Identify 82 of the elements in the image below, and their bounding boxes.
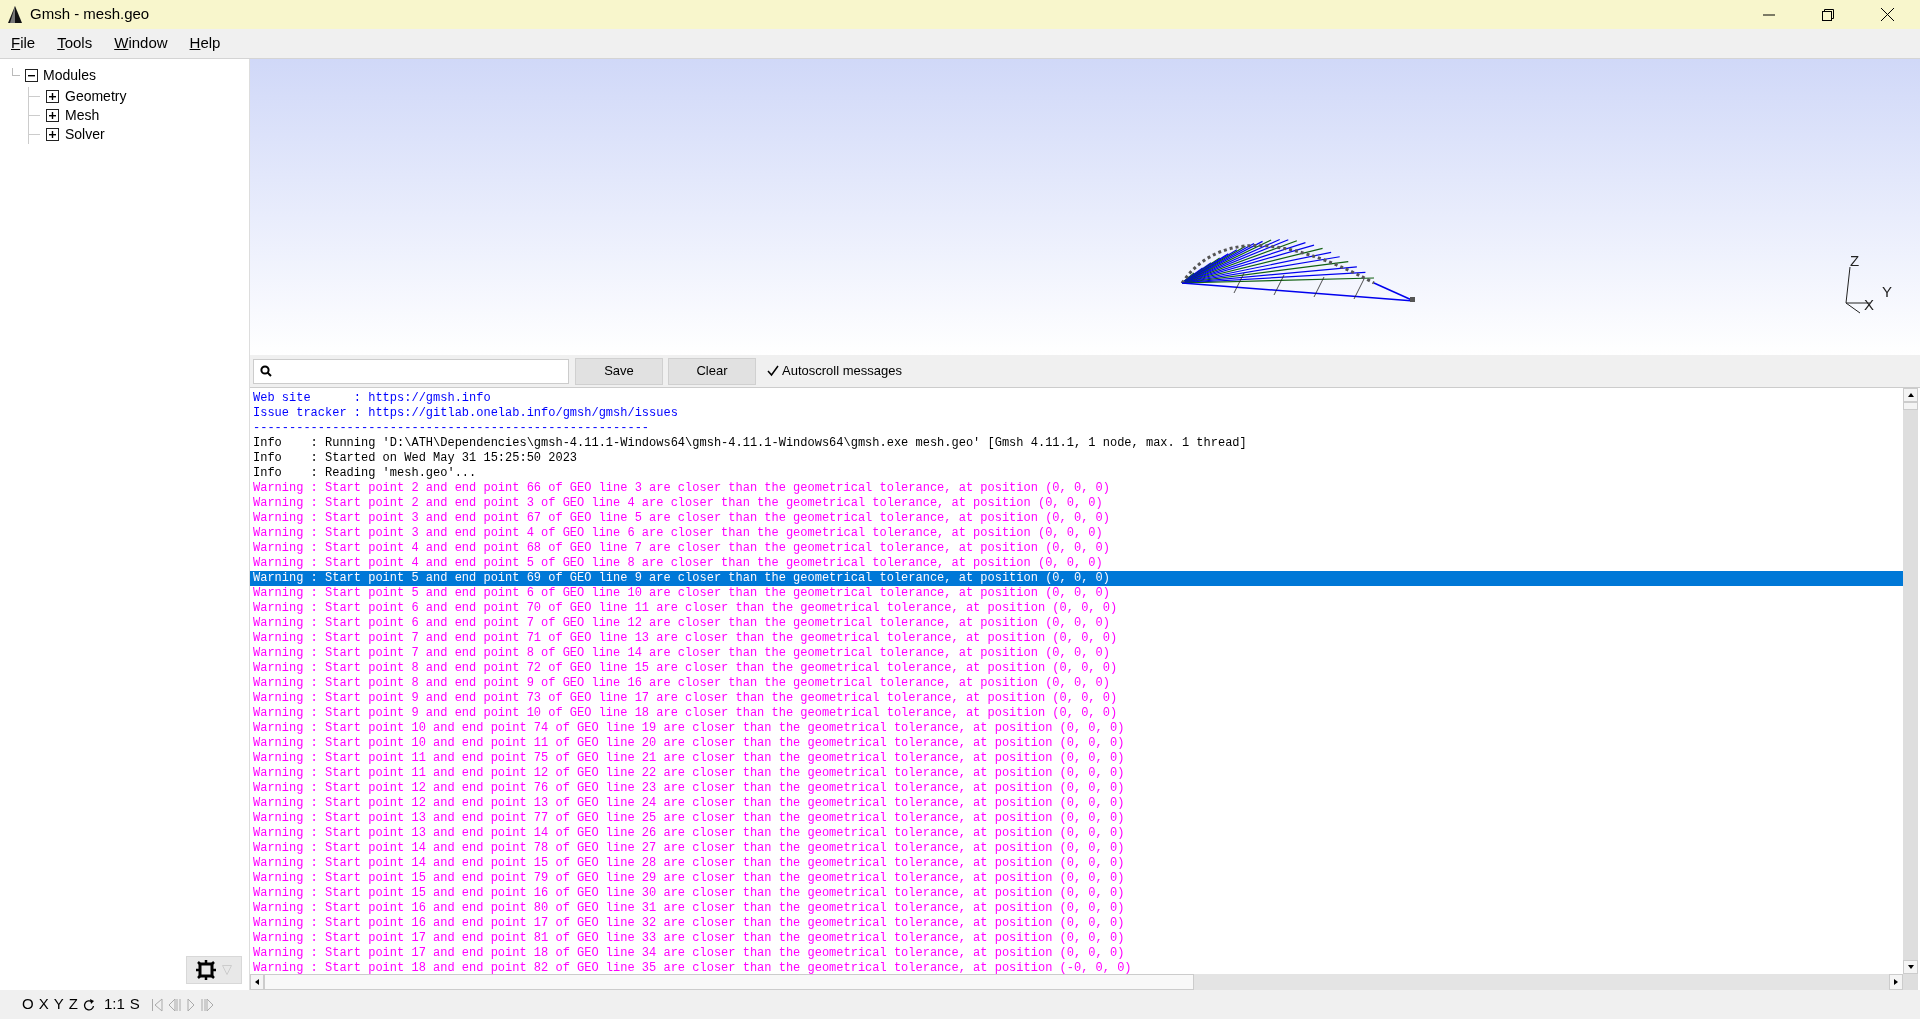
checkbox-label: Autoscroll messages (782, 362, 902, 381)
scale-button[interactable]: 1:1 (103, 993, 125, 1016)
log-line[interactable]: Warning : Start point 3 and end point 4 of GEO line 6 are closer than the geometrical tolerance, at position (0, 0, 0) (250, 526, 1903, 541)
save-button[interactable]: Save (575, 357, 663, 385)
log-line[interactable]: Warning : Start point 16 and end point 80 of GEO line 31 are closer than the geometrical tolerance, at position (0, 0, 0) (250, 901, 1903, 916)
settings-button[interactable] (186, 956, 242, 984)
scroll-up-icon[interactable] (1907, 393, 1914, 397)
view-button[interactable]: X (38, 993, 49, 1016)
tree-item[interactable]: Geometry (65, 86, 127, 107)
log-line[interactable]: Warning : Start point 2 and end point 66 of GEO line 3 are closer than the geometrical tolerance, at position (0, 0, 0) (250, 481, 1903, 496)
horizontal-scrollbar[interactable] (250, 974, 1903, 990)
dropdown-icon (222, 965, 232, 975)
log-line[interactable]: Warning : Start point 9 and end point 10 of GEO line 18 are closer than the geometrical tolerance, at position (0, 0, 0) (250, 706, 1903, 721)
scroll-thumb[interactable] (1903, 402, 1918, 410)
log-line[interactable]: Warning : Start point 12 and end point 76 of GEO line 23 are closer than the geometrical tolerance, at position (0, 0, 0) (250, 781, 1903, 796)
log-line[interactable]: Warning : Start point 3 and end point 67 of GEO line 5 are closer than the geometrical tolerance, at position (0, 0, 0) (250, 511, 1903, 526)
search-field[interactable] (253, 358, 569, 384)
log-line[interactable]: Warning : Start point 7 and end point 8 of GEO line 14 are closer than the geometrical tolerance, at position (0, 0, 0) (250, 646, 1903, 661)
rotate-icon[interactable] (82, 997, 95, 1012)
log-line[interactable]: Warning : Start point 2 and end point 3 of GEO line 4 are closer than the geometrical tolerance, at position (0, 0, 0) (250, 496, 1903, 511)
log-line[interactable]: Web site : https://gmsh.info (250, 391, 1903, 406)
log-line[interactable]: Warning : Start point 11 and end point 75 of GEO line 21 are closer than the geometrical tolerance, at position (0, 0, 0) (250, 751, 1903, 766)
log-line[interactable]: Warning : Start point 13 and end point 14 of GEO line 26 are closer than the geometrical tolerance, at position (0, 0, 0) (250, 826, 1903, 841)
log-line[interactable]: Warning : Start point 7 and end point 71 of GEO line 13 are closer than the geometrical tolerance, at position (0, 0, 0) (250, 631, 1903, 646)
log-line[interactable]: Warning : Start point 4 and end point 5 of GEO line 8 are closer than the geometrical tolerance, at position (0, 0, 0) (250, 556, 1903, 571)
log-line[interactable]: Warning : Start point 10 and end point 74 of GEO line 19 are closer than the geometrical tolerance, at position (0, 0, 0) (250, 721, 1903, 736)
log-line[interactable]: Warning : Start point 8 and end point 9 of GEO line 16 are closer than the geometrical tolerance, at position (0, 0, 0) (250, 676, 1903, 691)
snapshot-button[interactable]: S (129, 993, 140, 1016)
graphics-viewport[interactable]: Z Y X (250, 59, 1920, 355)
log-line[interactable]: Warning : Start point 18 and end point 82 of GEO line 35 are closer than the geometrical tolerance, at position (-0, 0, 0) (250, 961, 1903, 974)
expand-icon[interactable] (46, 128, 59, 141)
view-button[interactable]: Z (68, 993, 78, 1016)
view-button[interactable]: Y (53, 993, 64, 1016)
tree-item[interactable]: Modules (43, 65, 96, 86)
log-line[interactable]: ------------------------------------------------------- (250, 421, 1903, 436)
window-title: Gmsh - mesh.geo (30, 4, 150, 25)
menu-item[interactable]: Window (114, 32, 168, 55)
log-line[interactable]: Warning : Start point 17 and end point 18 of GEO line 34 are closer than the geometrical tolerance, at position (0, 0, 0) (250, 946, 1903, 961)
log-line[interactable]: Warning : Start point 6 and end point 7 of GEO line 12 are closer than the geometrical tolerance, at position (0, 0, 0) (250, 616, 1903, 631)
collapse-icon[interactable] (25, 69, 38, 82)
gear-icon (196, 960, 216, 980)
log-line[interactable]: Warning : Start point 15 and end point 79 of GEO line 29 are closer than the geometrical tolerance, at position (0, 0, 0) (250, 871, 1903, 886)
expand-icon[interactable] (46, 90, 59, 103)
menu-item[interactable]: File (11, 32, 36, 55)
autoscroll-checkbox[interactable] (766, 364, 779, 378)
log-line[interactable]: Warning : Start point 8 and end point 72 of GEO line 15 are closer than the geometrical tolerance, at position (0, 0, 0) (250, 661, 1903, 676)
view-button[interactable]: O (22, 993, 34, 1016)
expand-icon[interactable] (46, 109, 59, 122)
log-line[interactable]: Warning : Start point 14 and end point 15 of GEO line 28 are closer than the geometrical tolerance, at position (0, 0, 0) (250, 856, 1903, 871)
log-line[interactable]: Warning : Start point 6 and end point 70 of GEO line 11 are closer than the geometrical tolerance, at position (0, 0, 0) (250, 601, 1903, 616)
search-icon (260, 365, 272, 377)
log-line[interactable]: Warning : Start point 11 and end point 12 of GEO line 22 are closer than the geometrical tolerance, at position (0, 0, 0) (250, 766, 1903, 781)
axis-label: Y (1882, 283, 1892, 300)
log-line[interactable]: Warning : Start point 4 and end point 68 of GEO line 7 are closer than the geometrical tolerance, at position (0, 0, 0) (250, 541, 1903, 556)
menu-item[interactable]: Tools (57, 32, 93, 55)
log-line[interactable]: Warning : Start point 15 and end point 16 of GEO line 30 are closer than the geometrical tolerance, at position (0, 0, 0) (250, 886, 1903, 901)
scroll-down-icon[interactable] (1907, 965, 1914, 969)
vertical-scrollbar[interactable] (1903, 388, 1918, 990)
log-line[interactable]: Warning : Start point 14 and end point 78 of GEO line 27 are closer than the geometrical tolerance, at position (0, 0, 0) (250, 841, 1903, 856)
log-line[interactable]: Warning : Start point 10 and end point 11 of GEO line 20 are closer than the geometrical tolerance, at position (0, 0, 0) (250, 736, 1903, 751)
log-line[interactable]: Warning : Start point 9 and end point 73 of GEO line 17 are closer than the geometrical tolerance, at position (0, 0, 0) (250, 691, 1903, 706)
app-logo-icon (8, 5, 22, 24)
scroll-left-icon[interactable] (255, 979, 259, 985)
scroll-right-icon[interactable] (1894, 979, 1898, 985)
log-line[interactable]: Warning : Start point 17 and end point 81 of GEO line 33 are closer than the geometrical tolerance, at position (0, 0, 0) (250, 931, 1903, 946)
log-line[interactable]: Info : Running 'D:\ATH\Dependencies\gmsh-4.11.1-Windows64\gmsh-4.11.1-Windows64\gmsh.exe mesh.geo' [Gmsh 4.11.1, 1 node, max. 1 thread] (250, 436, 1903, 451)
close-icon[interactable] (1881, 8, 1894, 21)
scroll-thumb[interactable] (264, 974, 1194, 990)
menu-item[interactable]: Help (189, 32, 221, 55)
axis-label: Z (1850, 255, 1860, 269)
log-line[interactable]: Issue tracker : https://gitlab.onelab.info/gmsh/gmsh/issues (250, 406, 1903, 421)
log-line[interactable]: Warning : Start point 12 and end point 13 of GEO line 24 are closer than the geometrical tolerance, at position (0, 0, 0) (250, 796, 1903, 811)
clear-button[interactable]: Clear (668, 357, 756, 385)
log-line[interactable]: Warning : Start point 13 and end point 77 of GEO line 25 are closer than the geometrical tolerance, at position (0, 0, 0) (250, 811, 1903, 826)
axis-label: X (1864, 296, 1874, 313)
log-line[interactable]: Info : Started on Wed May 31 15:25:50 2023 (250, 451, 1903, 466)
log-line[interactable]: Info : Reading 'mesh.geo'... (250, 466, 1903, 481)
tree-item[interactable]: Solver (65, 124, 105, 145)
restore-icon[interactable] (1822, 8, 1834, 21)
log-line[interactable]: Warning : Start point 5 and end point 6 of GEO line 10 are closer than the geometrical tolerance, at position (0, 0, 0) (250, 586, 1903, 601)
log-line[interactable]: Warning : Start point 16 and end point 17 of GEO line 32 are closer than the geometrical tolerance, at position (0, 0, 0) (250, 916, 1903, 931)
tree-item[interactable]: Mesh (65, 105, 100, 126)
